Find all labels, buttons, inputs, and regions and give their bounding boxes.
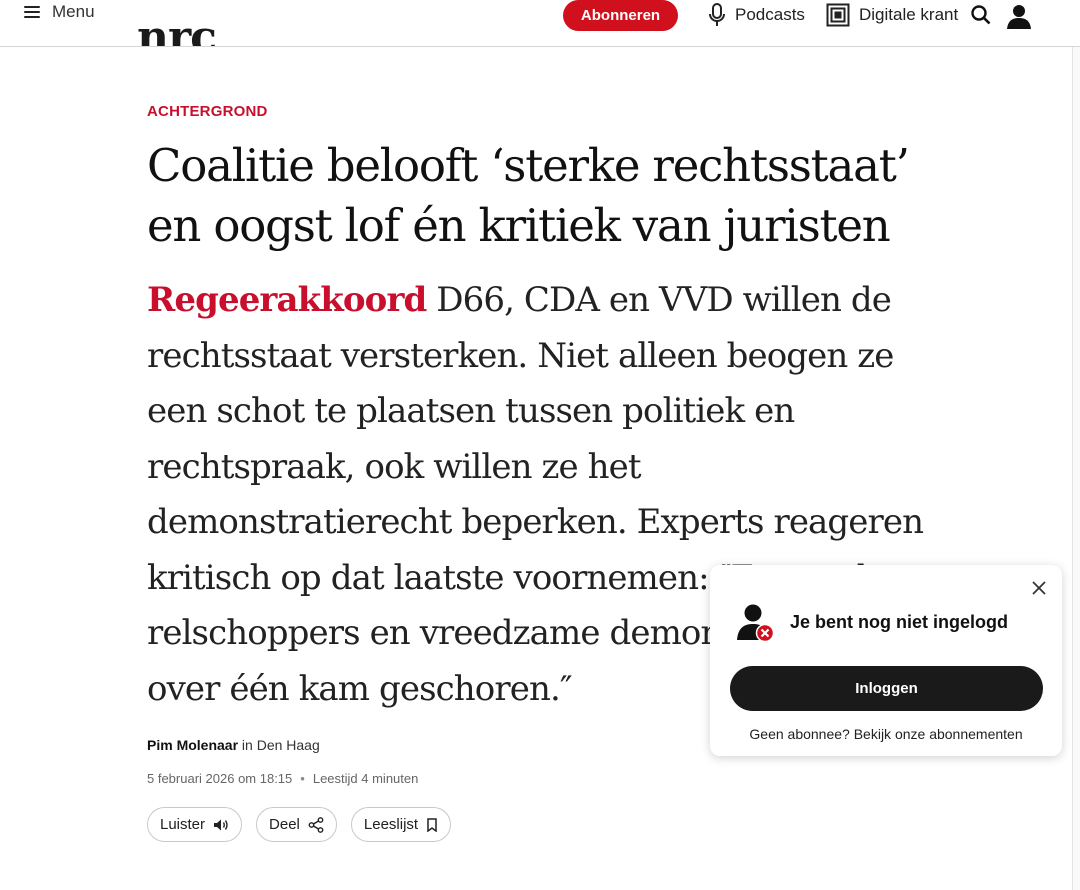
menu-button[interactable]: Menu <box>24 2 95 22</box>
meta-separator: • <box>300 771 305 786</box>
podcasts-link[interactable]: Podcasts <box>708 3 805 27</box>
article-meta: 5 februari 2026 om 18:15 • Leestijd 4 mi… <box>147 771 418 786</box>
share-icon <box>308 816 324 833</box>
site-header: Menu nrc Abonneren Podcasts Digitale kra… <box>0 0 1080 47</box>
subscribe-button[interactable]: Abonneren <box>563 0 678 31</box>
lead-tag[interactable]: Regeerakkoord <box>147 280 427 320</box>
microphone-icon <box>709 3 725 26</box>
podcasts-label: Podcasts <box>735 5 805 24</box>
speaker-icon <box>214 819 228 830</box>
author-name[interactable]: Pim Molenaar <box>147 737 238 753</box>
newspaper-icon <box>826 3 850 27</box>
reading-time: Leestijd 4 minuten <box>312 771 419 786</box>
login-popup: Je bent nog niet ingelogd Inloggen Geen … <box>710 565 1062 756</box>
publish-date: 5 februari 2026 om 18:15 <box>147 771 293 786</box>
author-location: in Den Haag <box>241 737 320 753</box>
article-title: Coalitie belooft ‘sterke rechtsstaat’ en… <box>147 139 910 252</box>
byline: Pim Molenaar in Den Haag <box>147 737 320 753</box>
user-not-logged-in-icon <box>737 604 775 643</box>
share-label: Deel <box>269 816 300 833</box>
subscriptions-link[interactable]: Geen abonnee? Bekijk onze abonnementen <box>710 726 1062 742</box>
user-icon <box>1007 5 1031 29</box>
article-kicker[interactable]: ACHTERGROND <box>147 103 268 120</box>
digital-paper-link[interactable]: Digitale krant <box>826 3 958 27</box>
nrc-logo[interactable]: nrc <box>137 16 217 47</box>
close-icon[interactable] <box>1032 581 1046 595</box>
hamburger-icon <box>24 6 40 18</box>
scrollbar[interactable] <box>1072 47 1080 890</box>
menu-label: Menu <box>52 2 95 21</box>
search-icon <box>971 5 991 25</box>
article-actions: Luister Deel Leeslijst <box>147 807 452 842</box>
reading-list-label: Leeslijst <box>363 816 419 833</box>
bookmark-icon <box>427 817 437 832</box>
share-button[interactable]: Deel <box>256 807 337 842</box>
digital-paper-label: Digitale krant <box>859 5 959 24</box>
login-button[interactable]: Inloggen <box>730 666 1043 711</box>
account-button[interactable] <box>1006 3 1032 34</box>
search-button[interactable] <box>971 3 991 32</box>
listen-button[interactable]: Luister <box>147 807 243 842</box>
listen-label: Luister <box>160 816 206 833</box>
popup-headline: Je bent nog niet ingelogd <box>790 612 1008 632</box>
reading-list-button[interactable]: Leeslijst <box>350 807 452 842</box>
